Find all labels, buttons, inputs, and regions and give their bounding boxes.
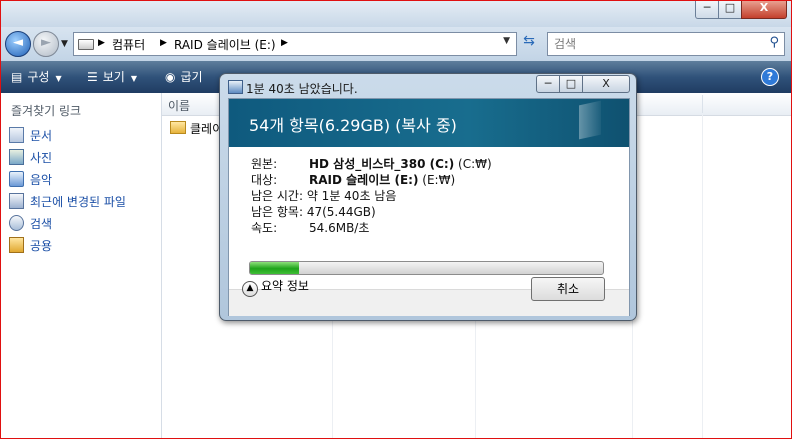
back-button[interactable]: ◄ bbox=[5, 31, 31, 57]
drive-icon bbox=[78, 39, 94, 50]
cancel-button[interactable]: 취소 bbox=[531, 277, 605, 301]
public-folder-icon bbox=[9, 237, 24, 253]
refresh-button[interactable]: ⇆ bbox=[518, 33, 540, 53]
dialog-header-band: 54개 항목(6.29GB) (복사 중) bbox=[229, 99, 629, 147]
documents-icon bbox=[9, 127, 24, 143]
forward-button[interactable]: ► bbox=[33, 31, 59, 57]
progress-fill bbox=[250, 262, 300, 274]
search-folder-icon bbox=[9, 215, 24, 231]
close-button[interactable]: X bbox=[741, 1, 787, 19]
breadcrumb-separator[interactable]: ▶ bbox=[281, 38, 288, 48]
breadcrumb-separator[interactable]: ▶ bbox=[160, 38, 167, 48]
views-icon: ☰ bbox=[87, 70, 98, 84]
refresh-icon: ⇆ bbox=[523, 33, 535, 49]
forward-arrow-icon: ► bbox=[41, 35, 51, 50]
search-icon[interactable]: ⚲ bbox=[769, 35, 779, 50]
copy-heading: 54개 항목(6.29GB) (복사 중) bbox=[249, 116, 457, 135]
explorer-window: ─ □ X ◄ ► ▼ ▶ 컴퓨터 ▶ RAID 슬레이브 (E:) ▶ ▼ ⇆… bbox=[0, 0, 792, 439]
copy-from-row: 원본: HD 삼성_비스타_380 (C:) (C:₩) bbox=[251, 157, 492, 171]
dialog-maximize-button[interactable]: □ bbox=[559, 75, 583, 93]
items-remaining: 남은 항목: 47(5.44GB) bbox=[251, 205, 376, 219]
chevron-down-icon: ▼ bbox=[55, 74, 62, 83]
column-gridline bbox=[702, 115, 703, 438]
burn-disc-icon: ◉ bbox=[165, 70, 176, 84]
copy-icon bbox=[228, 80, 243, 94]
dialog-title: 1분 40초 남았습니다. bbox=[246, 82, 358, 96]
copy-progress-dialog: 1분 40초 남았습니다. ─ □ X 54개 항목(6.29GB) (복사 중… bbox=[219, 73, 637, 321]
address-dropdown[interactable]: ▼ bbox=[503, 36, 510, 46]
music-icon bbox=[9, 171, 24, 187]
recent-pages-dropdown[interactable]: ▼ bbox=[61, 39, 68, 49]
nav-item-public[interactable]: 공용 bbox=[9, 237, 52, 255]
favorite-links-heading: 즐겨찾기 링크 bbox=[11, 104, 82, 118]
dialog-minimize-button[interactable]: ─ bbox=[536, 75, 560, 93]
dialog-close-button[interactable]: X bbox=[582, 75, 630, 93]
back-arrow-icon: ◄ bbox=[13, 35, 23, 50]
time-remaining: 남은 시간: 약 1분 40초 남음 bbox=[251, 189, 397, 203]
column-header-name[interactable]: 이름 bbox=[168, 97, 190, 114]
decorative-glass bbox=[579, 100, 601, 140]
recent-icon bbox=[9, 193, 24, 209]
nav-item-pictures[interactable]: 사진 bbox=[9, 149, 52, 167]
destination-drive[interactable]: RAID 슬레이브 (E:) bbox=[309, 173, 418, 187]
source-drive[interactable]: HD 삼성_비스타_380 (C:) bbox=[309, 157, 454, 171]
nav-item-searches[interactable]: 검색 bbox=[9, 215, 52, 233]
address-row: ◄ ► ▼ ▶ 컴퓨터 ▶ RAID 슬레이브 (E:) ▶ ▼ ⇆ ⚲ bbox=[1, 27, 791, 61]
speed-row: 속도: 54.6MB/초 bbox=[251, 221, 370, 235]
breadcrumb-computer[interactable]: 컴퓨터 bbox=[112, 36, 145, 53]
address-bar[interactable]: ▶ 컴퓨터 ▶ RAID 슬레이브 (E:) ▶ ▼ bbox=[73, 32, 517, 56]
help-button[interactable]: ? bbox=[761, 68, 779, 86]
views-button[interactable]: ☰ 보기 ▼ bbox=[87, 68, 137, 85]
burn-button[interactable]: ◉ 굽기 bbox=[165, 68, 203, 85]
minimize-button[interactable]: ─ bbox=[695, 1, 719, 19]
nav-item-music[interactable]: 음악 bbox=[9, 171, 52, 189]
breadcrumb-raid-drive[interactable]: RAID 슬레이브 (E:) bbox=[174, 36, 276, 53]
pictures-icon bbox=[9, 149, 24, 165]
search-input[interactable] bbox=[552, 35, 756, 53]
chevron-down-icon: ▼ bbox=[130, 74, 138, 83]
column-divider[interactable] bbox=[702, 95, 703, 113]
nav-item-documents[interactable]: 문서 bbox=[9, 127, 52, 145]
copy-progress-bar bbox=[249, 261, 604, 275]
navigation-pane: 즐겨찾기 링크 문서 사진 음악 최근에 변경된 파일 검색 공용 bbox=[1, 93, 162, 438]
more-details-toggle[interactable]: ▲ 요약 정보 bbox=[242, 277, 309, 297]
nav-item-recent[interactable]: 최근에 변경된 파일 bbox=[9, 193, 126, 211]
search-box: ⚲ bbox=[547, 32, 785, 56]
speed-value: 54.6MB/초 bbox=[309, 221, 370, 235]
folder-icon bbox=[170, 121, 186, 134]
list-item[interactable]: 클레이 bbox=[170, 120, 223, 137]
organize-icon: ▤ bbox=[11, 70, 23, 84]
breadcrumb-separator[interactable]: ▶ bbox=[98, 38, 105, 48]
copy-to-row: 대상: RAID 슬레이브 (E:) (E:₩) bbox=[251, 173, 456, 187]
organize-button[interactable]: ▤ 구성 ▼ bbox=[11, 68, 62, 85]
maximize-button[interactable]: □ bbox=[718, 1, 742, 19]
window-title-bar: ─ □ X bbox=[1, 1, 791, 27]
chevron-up-icon: ▲ bbox=[242, 281, 258, 297]
